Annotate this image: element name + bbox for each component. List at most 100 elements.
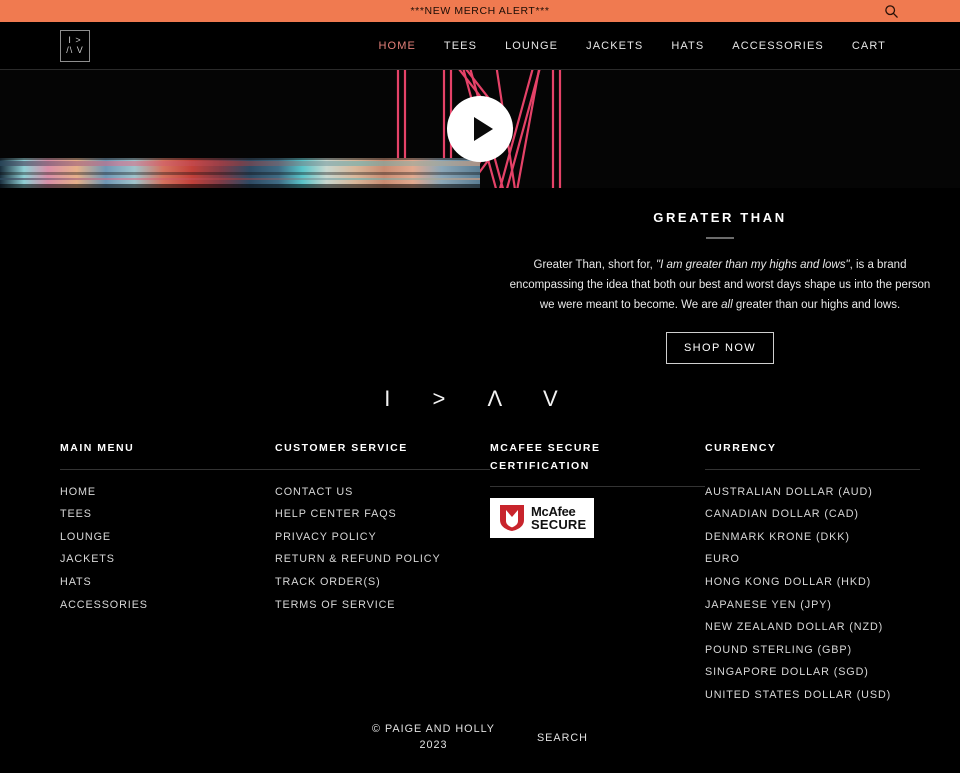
footer-link-privacy-policy[interactable]: PRIVACY POLICY xyxy=(275,526,490,549)
logo-line-2: /\ V xyxy=(66,45,84,55)
copyright-row: © PAIGE AND HOLLY 2023 SEARCH xyxy=(0,721,960,754)
footer-link-contact-us[interactable]: CONTACT US xyxy=(275,481,490,504)
intro-section: GREATER THAN Greater Than, short for, "I… xyxy=(480,188,960,365)
footer-list-currency: AUSTRALIAN DOLLAR (AUD) CANADIAN DOLLAR … xyxy=(705,481,920,707)
nav-item-cart[interactable]: CART xyxy=(838,40,900,52)
intro-body-part3: greater than our highs and lows. xyxy=(732,299,901,312)
currency-option-dkk[interactable]: DENMARK KRONE (DKK) xyxy=(705,526,920,549)
nav-item-lounge[interactable]: LOUNGE xyxy=(491,40,572,52)
list-item: AUSTRALIAN DOLLAR (AUD) xyxy=(705,481,920,504)
footer-divider xyxy=(275,468,490,470)
footer-search-link[interactable]: SEARCH xyxy=(537,732,588,744)
site-logo[interactable]: I > /\ V xyxy=(60,29,90,62)
list-item: PRIVACY POLICY xyxy=(275,526,490,549)
glitch-image-strip xyxy=(0,158,480,188)
nav-item-jackets[interactable]: JACKETS xyxy=(572,40,657,52)
footer-list-main-menu: HOME TEES LOUNGE JACKETS HATS ACCESSORIE… xyxy=(60,481,275,617)
list-item: LOUNGE xyxy=(60,526,275,549)
footer-heading-customer-service: CUSTOMER SERVICE xyxy=(275,442,408,455)
currency-option-eur[interactable]: EURO xyxy=(705,548,920,571)
list-item: ACCESSORIES xyxy=(60,594,275,617)
main-navigation: HOME TEES LOUNGE JACKETS HATS ACCESSORIE… xyxy=(365,40,900,52)
list-item: HATS xyxy=(60,571,275,594)
footer-link-lounge[interactable]: LOUNGE xyxy=(60,526,275,549)
copyright-line-2: 2023 xyxy=(419,739,448,752)
intro-body: Greater Than, short for, "I am greater t… xyxy=(480,255,960,315)
footer-link-hats[interactable]: HATS xyxy=(60,571,275,594)
hero-video-banner[interactable] xyxy=(0,70,960,188)
nav-item-home[interactable]: HOME xyxy=(365,40,430,52)
intro-body-emphasis: all xyxy=(721,299,733,312)
shop-now-button[interactable]: SHOP NOW xyxy=(665,332,775,365)
announcement-bar: ***NEW MERCH ALERT*** xyxy=(0,0,960,22)
search-icon[interactable] xyxy=(882,2,900,20)
mcafee-secure-badge[interactable]: McAfee SECURE xyxy=(490,498,595,538)
footer-divider xyxy=(490,486,705,487)
list-item: HONG KONG DOLLAR (HKD) xyxy=(705,571,920,594)
footer-divider xyxy=(705,468,920,470)
mcafee-badge-line2: SECURE xyxy=(531,517,587,532)
list-item: RETURN & REFUND POLICY xyxy=(275,548,490,571)
list-item: POUND STERLING (GBP) xyxy=(705,639,920,662)
list-item: CANADIAN DOLLAR (CAD) xyxy=(705,503,920,526)
list-item: EURO xyxy=(705,548,920,571)
currency-option-nzd[interactable]: NEW ZEALAND DOLLAR (NZD) xyxy=(705,616,920,639)
intro-heading: GREATER THAN xyxy=(653,210,787,225)
currency-option-cad[interactable]: CANADIAN DOLLAR (CAD) xyxy=(705,503,920,526)
mcafee-title-line2: CERTIFICATION xyxy=(490,459,590,472)
list-item: JAPANESE YEN (JPY) xyxy=(705,594,920,617)
shield-icon xyxy=(500,505,524,531)
intro-body-part1: Greater Than, short for, xyxy=(533,259,657,271)
list-item: HELP CENTER FAQS xyxy=(275,503,490,526)
site-header: I > /\ V HOME TEES LOUNGE JACKETS HATS A… xyxy=(0,22,960,70)
footer-link-jackets[interactable]: JACKETS xyxy=(60,548,275,571)
footer-link-help-center-faqs[interactable]: HELP CENTER FAQS xyxy=(275,503,490,526)
list-item: HOME xyxy=(60,481,275,504)
mcafee-title-line1: MCAFEE SECURE xyxy=(490,442,601,455)
list-item: TERMS OF SERVICE xyxy=(275,594,490,617)
footer-column-currency: CURRENCY AUSTRALIAN DOLLAR (AUD) CANADIA… xyxy=(705,440,920,706)
currency-option-hkd[interactable]: HONG KONG DOLLAR (HKD) xyxy=(705,571,920,594)
footer-column-main-menu: MAIN MENU HOME TEES LOUNGE JACKETS HATS … xyxy=(60,440,275,706)
list-item: UNITED STATES DOLLAR (USD) xyxy=(705,684,920,707)
footer-link-track-orders[interactable]: TRACK ORDER(S) xyxy=(275,571,490,594)
currency-option-sgd[interactable]: SINGAPORE DOLLAR (SGD) xyxy=(705,661,920,684)
list-item: SINGAPORE DOLLAR (SGD) xyxy=(705,661,920,684)
footer-link-tees[interactable]: TEES xyxy=(60,503,275,526)
footer-column-mcafee: MCAFEE SECURE CERTIFICATION McAfee SECURE xyxy=(490,440,705,706)
footer-link-accessories[interactable]: ACCESSORIES xyxy=(60,594,275,617)
announcement-text: ***NEW MERCH ALERT*** xyxy=(410,5,550,17)
footer-divider xyxy=(60,468,275,470)
footer-heading-main-menu: MAIN MENU xyxy=(60,442,135,455)
footer-heading-mcafee: MCAFEE SECURE CERTIFICATION xyxy=(490,440,705,475)
list-item: DENMARK KRONE (DKK) xyxy=(705,526,920,549)
list-item: TRACK ORDER(S) xyxy=(275,571,490,594)
intro-divider xyxy=(706,237,734,239)
footer-list-customer-service: CONTACT US HELP CENTER FAQS PRIVACY POLI… xyxy=(275,481,490,617)
list-item: TEES xyxy=(60,503,275,526)
currency-option-usd[interactable]: UNITED STATES DOLLAR (USD) xyxy=(705,684,920,707)
play-button[interactable] xyxy=(447,96,513,162)
footer-link-terms-of-service[interactable]: TERMS OF SERVICE xyxy=(275,594,490,617)
logo-line-1: I > xyxy=(68,35,82,45)
footer-link-return-refund[interactable]: RETURN & REFUND POLICY xyxy=(275,548,490,571)
list-item: NEW ZEALAND DOLLAR (NZD) xyxy=(705,616,920,639)
nav-item-hats[interactable]: HATS xyxy=(657,40,718,52)
currency-option-gbp[interactable]: POUND STERLING (GBP) xyxy=(705,639,920,662)
footer-heading-currency: CURRENCY xyxy=(705,442,777,455)
footer-columns: MAIN MENU HOME TEES LOUNGE JACKETS HATS … xyxy=(0,422,960,706)
list-item: JACKETS xyxy=(60,548,275,571)
play-icon xyxy=(473,117,493,141)
footer-link-home[interactable]: HOME xyxy=(60,481,275,504)
list-item: CONTACT US xyxy=(275,481,490,504)
currency-option-jpy[interactable]: JAPANESE YEN (JPY) xyxy=(705,594,920,617)
intro-body-quote: "I am greater than my highs and lows" xyxy=(656,259,850,271)
currency-option-aud[interactable]: AUSTRALIAN DOLLAR (AUD) xyxy=(705,481,920,504)
footer-bottom: © PAIGE AND HOLLY 2023 SEARCH AMEX Pay … xyxy=(0,721,960,773)
footer-column-customer-service: CUSTOMER SERVICE CONTACT US HELP CENTER … xyxy=(275,440,490,706)
copyright-text: © PAIGE AND HOLLY 2023 xyxy=(372,721,495,754)
nav-item-accessories[interactable]: ACCESSORIES xyxy=(718,40,838,52)
copyright-line-1: © PAIGE AND HOLLY xyxy=(372,722,495,735)
nav-item-tees[interactable]: TEES xyxy=(430,40,491,52)
footer-logo: I > Λ V xyxy=(384,386,576,412)
